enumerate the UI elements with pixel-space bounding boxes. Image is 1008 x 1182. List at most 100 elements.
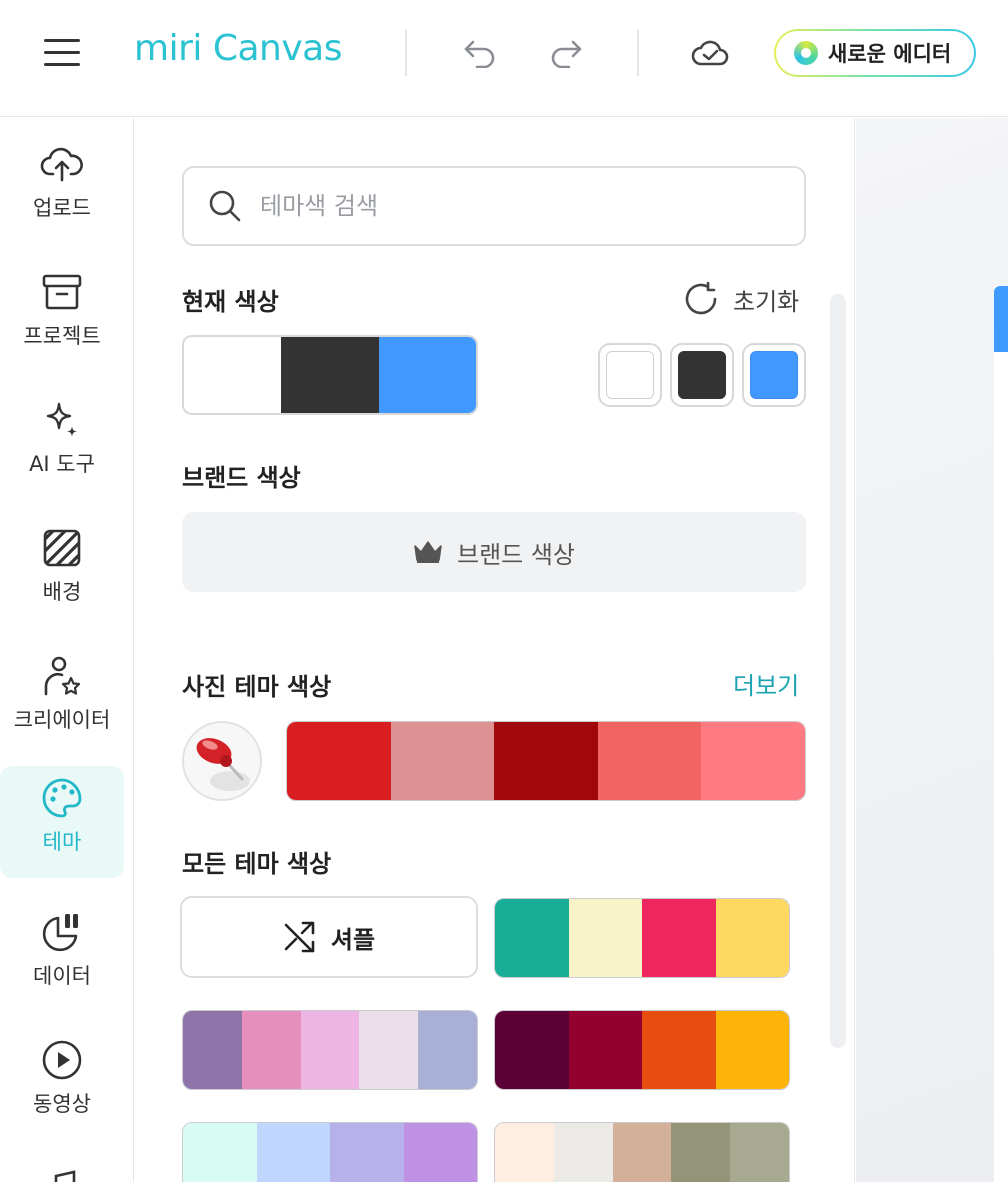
- theme-panel: 현재 색상 초기화 브랜드 색상 브랜드 색상 사진 테마 색상 더보기 모든 …: [135, 118, 855, 1182]
- palette-swatch: [612, 1123, 672, 1182]
- header-divider: [637, 30, 639, 76]
- palette-swatch: [300, 1011, 360, 1089]
- canvas-workspace[interactable]: [856, 118, 1008, 1182]
- app-logo[interactable]: miri Canvas: [134, 28, 342, 69]
- palette-swatch: [494, 722, 598, 800]
- palette-swatch: [597, 722, 702, 800]
- cloud-upload-icon: [40, 142, 84, 186]
- current-color-white[interactable]: [598, 343, 662, 407]
- reset-button[interactable]: 초기화: [683, 281, 799, 317]
- palette-swatch: [183, 1123, 257, 1182]
- palette-swatch: [642, 899, 716, 977]
- play-circle-icon: [40, 1038, 84, 1082]
- palette-swatch: [553, 1123, 613, 1182]
- palette-swatch: [730, 1123, 789, 1182]
- palette-swatch: [403, 1123, 477, 1182]
- palette-swatch: [359, 1011, 419, 1089]
- crown-icon: [414, 541, 442, 563]
- sidebar-item-label: 프로젝트: [23, 324, 101, 348]
- creator-star-icon: [40, 654, 84, 698]
- music-note-icon: [40, 1166, 84, 1182]
- sidebar-item-background[interactable]: 배경: [0, 516, 124, 628]
- redo-icon[interactable]: [542, 30, 590, 76]
- more-link[interactable]: 더보기: [733, 666, 799, 701]
- sidebar-item-ai-tools[interactable]: AI 도구: [0, 388, 124, 500]
- theme-palette[interactable]: [182, 1122, 478, 1182]
- reset-icon: [685, 281, 717, 315]
- palette-swatch: [287, 722, 391, 800]
- current-color-palette[interactable]: [182, 335, 478, 415]
- palette-swatch: [568, 1011, 642, 1089]
- palette-swatch: [568, 899, 642, 977]
- theme-palette[interactable]: [494, 1122, 790, 1182]
- sidebar-item-label: 테마: [42, 830, 82, 854]
- theme-search-input[interactable]: [260, 192, 780, 220]
- chart-pie-icon: [40, 910, 84, 954]
- sidebar-item-project[interactable]: 프로젝트: [0, 260, 124, 372]
- shuffle-label: 셔플: [330, 925, 376, 954]
- photo-theme-title: 사진 테마 색상: [182, 673, 332, 701]
- reset-label: 초기화: [733, 287, 800, 316]
- theme-palette[interactable]: [494, 1010, 790, 1090]
- palette-swatch: [241, 1011, 301, 1089]
- palette-swatch: [330, 1123, 404, 1182]
- photo-thumbnail[interactable]: [182, 721, 262, 801]
- palette-swatch: [495, 1123, 554, 1182]
- palette-swatch: [715, 1011, 789, 1089]
- sidebar-item-data[interactable]: 데이터: [0, 900, 124, 1012]
- current-color-blue[interactable]: [742, 343, 806, 407]
- canvas-selection-accent: [994, 286, 1008, 352]
- cloud-saved-icon[interactable]: [686, 30, 734, 76]
- palette-swatch: [390, 722, 495, 800]
- new-editor-logo-icon: [794, 41, 818, 65]
- palette-swatch: [183, 1011, 242, 1089]
- brand-colors-title: 브랜드 색상: [182, 464, 301, 492]
- theme-search-box[interactable]: [182, 166, 806, 246]
- pattern-background-icon: [40, 526, 84, 570]
- theme-palette[interactable]: [182, 1010, 478, 1090]
- sidebar-item-label: AI 도구: [29, 452, 95, 476]
- palette-icon: [40, 776, 84, 820]
- palette-swatch: [495, 1011, 569, 1089]
- current-color-dark[interactable]: [670, 343, 734, 407]
- palette-swatch: [256, 1123, 330, 1182]
- shuffle-button[interactable]: 셔플: [180, 896, 478, 978]
- panel-scrollbar[interactable]: [830, 294, 846, 1048]
- menu-hamburger-icon[interactable]: [42, 36, 82, 70]
- photo-theme-palette[interactable]: [286, 721, 806, 801]
- left-sidebar: 업로드 프로젝트 AI 도구 배경 크리에이터 테마 데이터 동영상: [0, 118, 134, 1182]
- palette-swatch: [715, 899, 789, 977]
- sidebar-item-label: 업로드: [33, 196, 91, 220]
- header-divider: [405, 30, 407, 76]
- sidebar-item-creator[interactable]: 크리에이터: [0, 644, 124, 756]
- archive-box-icon: [40, 270, 84, 314]
- brand-colors-button[interactable]: 브랜드 색상: [182, 512, 806, 592]
- palette-swatch: [642, 1011, 716, 1089]
- undo-icon[interactable]: [456, 30, 504, 76]
- palette-swatch: [671, 1123, 731, 1182]
- current-colors-title: 현재 색상: [182, 288, 279, 316]
- sparkle-icon: [40, 398, 84, 442]
- palette-swatch: [701, 722, 805, 800]
- palette-swatch: [495, 899, 569, 977]
- search-icon: [209, 190, 241, 222]
- brand-colors-label: 브랜드 색상: [456, 540, 576, 569]
- canvas-page[interactable]: [994, 286, 1008, 1182]
- sidebar-item-upload[interactable]: 업로드: [0, 132, 124, 244]
- sidebar-item-label: 크리에이터: [13, 708, 111, 732]
- current-palette-swatch: [281, 337, 379, 413]
- sidebar-item-video[interactable]: 동영상: [0, 1028, 124, 1140]
- sidebar-item-music[interactable]: [0, 1156, 124, 1182]
- current-palette-swatch: [184, 337, 282, 413]
- palette-swatch: [418, 1011, 477, 1089]
- shuffle-icon: [284, 921, 315, 953]
- red-pushpin-image: [196, 738, 250, 791]
- sidebar-item-theme[interactable]: 테마: [0, 766, 124, 878]
- all-themes-title: 모든 테마 색상: [182, 850, 332, 878]
- current-palette-swatch: [378, 337, 476, 413]
- new-editor-label: 새로운 에디터: [828, 42, 952, 66]
- theme-palette[interactable]: [494, 898, 790, 978]
- sidebar-item-label: 동영상: [33, 1092, 91, 1116]
- new-editor-button[interactable]: 새로운 에디터: [774, 29, 976, 77]
- top-header: miri Canvas 새로운 에디터: [0, 0, 1008, 117]
